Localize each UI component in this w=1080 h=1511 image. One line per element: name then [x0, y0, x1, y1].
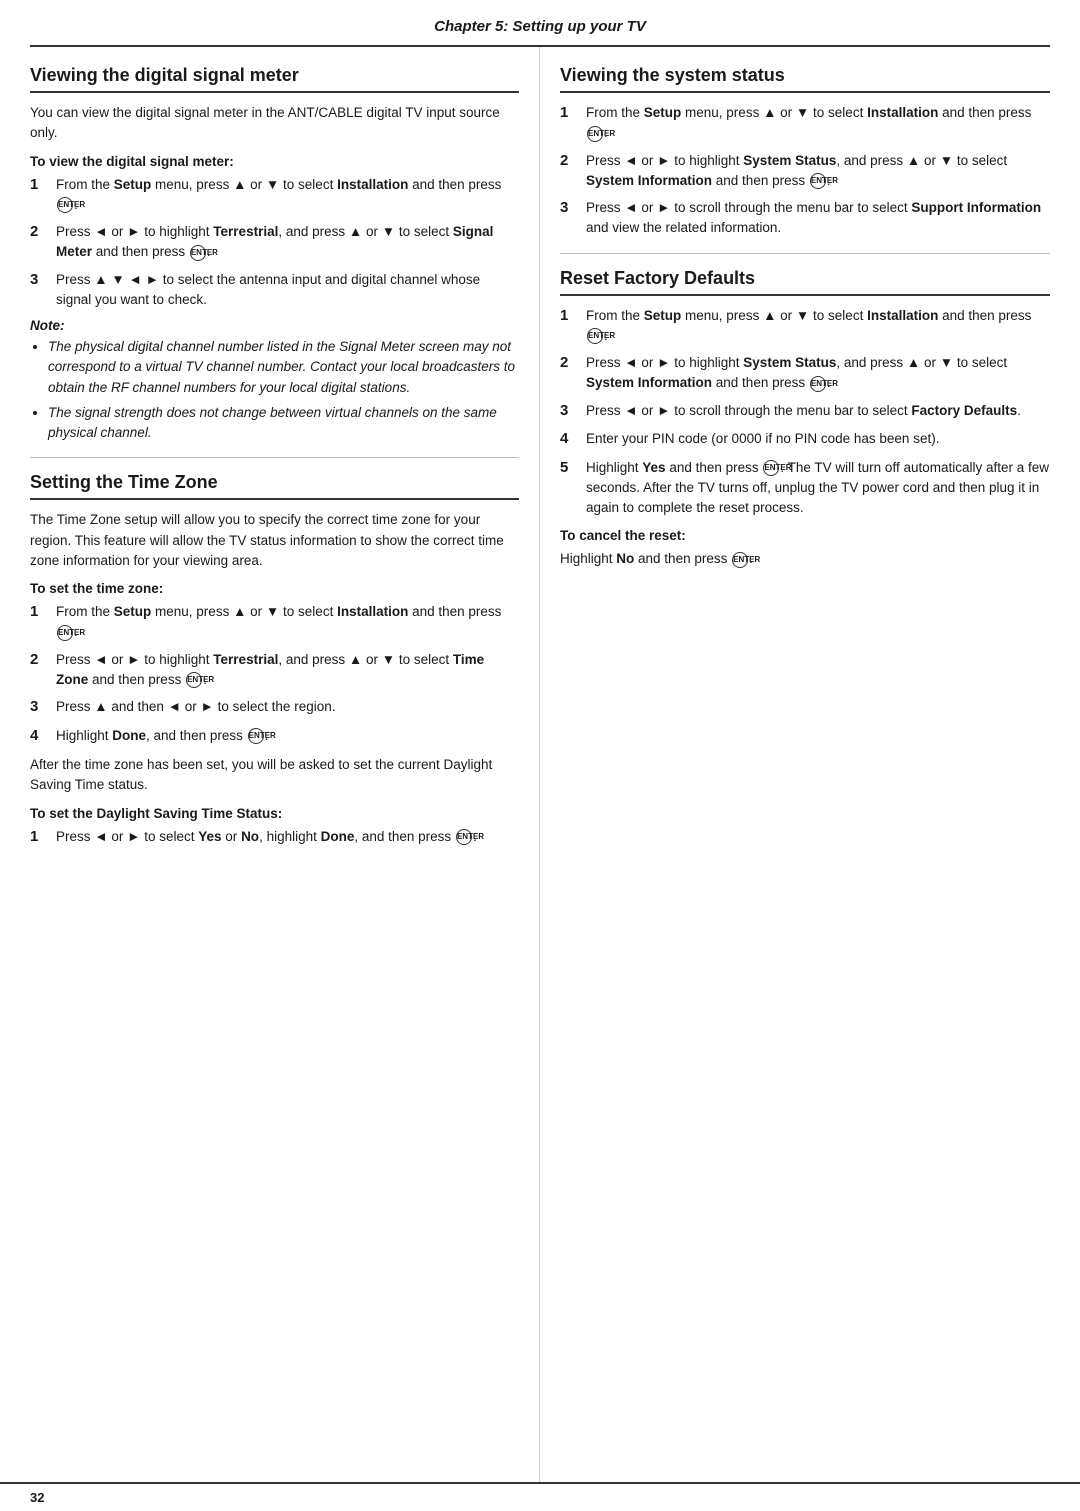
note-list: The physical digital channel number list…: [48, 337, 519, 443]
step-item: 1 From the Setup menu, press ▲ or ▼ to s…: [560, 103, 1050, 144]
enter-icon: ENTER: [810, 173, 826, 189]
system-status-section: Viewing the system status 1 From the Set…: [560, 65, 1050, 239]
enter-icon: ENTER: [57, 625, 73, 641]
step-item: 4 Enter your PIN code (or 0000 if no PIN…: [560, 429, 1050, 451]
enter-icon: ENTER: [186, 672, 202, 688]
step-item: 1 From the Setup menu, press ▲ or ▼ to s…: [30, 175, 519, 216]
right-section1-steps: 1 From the Setup menu, press ▲ or ▼ to s…: [560, 103, 1050, 239]
section2-intro: The Time Zone setup will allow you to sp…: [30, 510, 519, 571]
time-zone-section: Setting the Time Zone The Time Zone setu…: [30, 472, 519, 848]
step-item: 1 From the Setup menu, press ▲ or ▼ to s…: [560, 306, 1050, 347]
cancel-reset-text: Highlight No and then press ENTER.: [560, 549, 1050, 569]
section2-subheading1: To set the time zone:: [30, 581, 519, 596]
step-item: 4 Highlight Done, and then press ENTER.: [30, 726, 519, 748]
step-item: 1 From the Setup menu, press ▲ or ▼ to s…: [30, 602, 519, 643]
content-area: Viewing the digital signal meter You can…: [0, 47, 1080, 1482]
section1-title: Viewing the digital signal meter: [30, 65, 519, 93]
step-item: 2 Press ◄ or ► to highlight System Statu…: [560, 151, 1050, 192]
cancel-reset-heading: To cancel the reset:: [560, 528, 1050, 543]
right-section1-title: Viewing the system status: [560, 65, 1050, 93]
enter-icon: ENTER: [456, 829, 472, 845]
page: Chapter 5: Setting up your TV Viewing th…: [0, 0, 1080, 1511]
section1-steps: 1 From the Setup menu, press ▲ or ▼ to s…: [30, 175, 519, 311]
section-divider: [30, 457, 519, 458]
page-footer: 32: [0, 1482, 1080, 1511]
left-column: Viewing the digital signal meter You can…: [0, 47, 540, 1482]
section-divider: [560, 253, 1050, 254]
right-column: Viewing the system status 1 From the Set…: [540, 47, 1080, 1482]
step-item: 3 Press ▲ ▼ ◄ ► to select the antenna in…: [30, 270, 519, 311]
digital-signal-meter-section: Viewing the digital signal meter You can…: [30, 65, 519, 443]
step-item: 3 Press ▲ and then ◄ or ► to select the …: [30, 697, 519, 719]
enter-icon: ENTER: [587, 126, 603, 142]
section2-subheading2: To set the Daylight Saving Time Status:: [30, 806, 519, 821]
chapter-header: Chapter 5: Setting up your TV: [30, 0, 1050, 47]
section2-title: Setting the Time Zone: [30, 472, 519, 500]
note-item: The signal strength does not change betw…: [48, 403, 519, 444]
enter-icon: ENTER: [732, 552, 748, 568]
enter-icon: ENTER: [763, 460, 779, 476]
section1-intro: You can view the digital signal meter in…: [30, 103, 519, 144]
note-item: The physical digital channel number list…: [48, 337, 519, 398]
step-item: 1 Press ◄ or ► to select Yes or No, high…: [30, 827, 519, 849]
note-label: Note:: [30, 318, 65, 333]
section2-steps2: 1 Press ◄ or ► to select Yes or No, high…: [30, 827, 519, 849]
enter-icon: ENTER: [810, 376, 826, 392]
right-section2-steps: 1 From the Setup menu, press ▲ or ▼ to s…: [560, 306, 1050, 519]
step-item: 2 Press ◄ or ► to highlight System Statu…: [560, 353, 1050, 394]
right-section2-title: Reset Factory Defaults: [560, 268, 1050, 296]
page-number: 32: [30, 1490, 44, 1505]
step-item: 3 Press ◄ or ► to scroll through the men…: [560, 198, 1050, 239]
step-item: 5 Highlight Yes and then press ENTER. Th…: [560, 458, 1050, 519]
after-steps-text: After the time zone has been set, you wi…: [30, 755, 519, 796]
enter-icon: ENTER: [248, 728, 264, 744]
enter-icon: ENTER: [190, 245, 206, 261]
section2-steps1: 1 From the Setup menu, press ▲ or ▼ to s…: [30, 602, 519, 747]
step-item: 3 Press ◄ or ► to scroll through the men…: [560, 401, 1050, 423]
reset-factory-section: Reset Factory Defaults 1 From the Setup …: [560, 268, 1050, 570]
step-item: 2 Press ◄ or ► to highlight Terrestrial,…: [30, 222, 519, 263]
step-item: 2 Press ◄ or ► to highlight Terrestrial,…: [30, 650, 519, 691]
section1-subheading: To view the digital signal meter:: [30, 154, 519, 169]
enter-icon: ENTER: [57, 197, 73, 213]
enter-icon: ENTER: [587, 328, 603, 344]
note-block: Note: The physical digital channel numbe…: [30, 318, 519, 443]
chapter-title: Chapter 5: Setting up your TV: [434, 18, 646, 35]
